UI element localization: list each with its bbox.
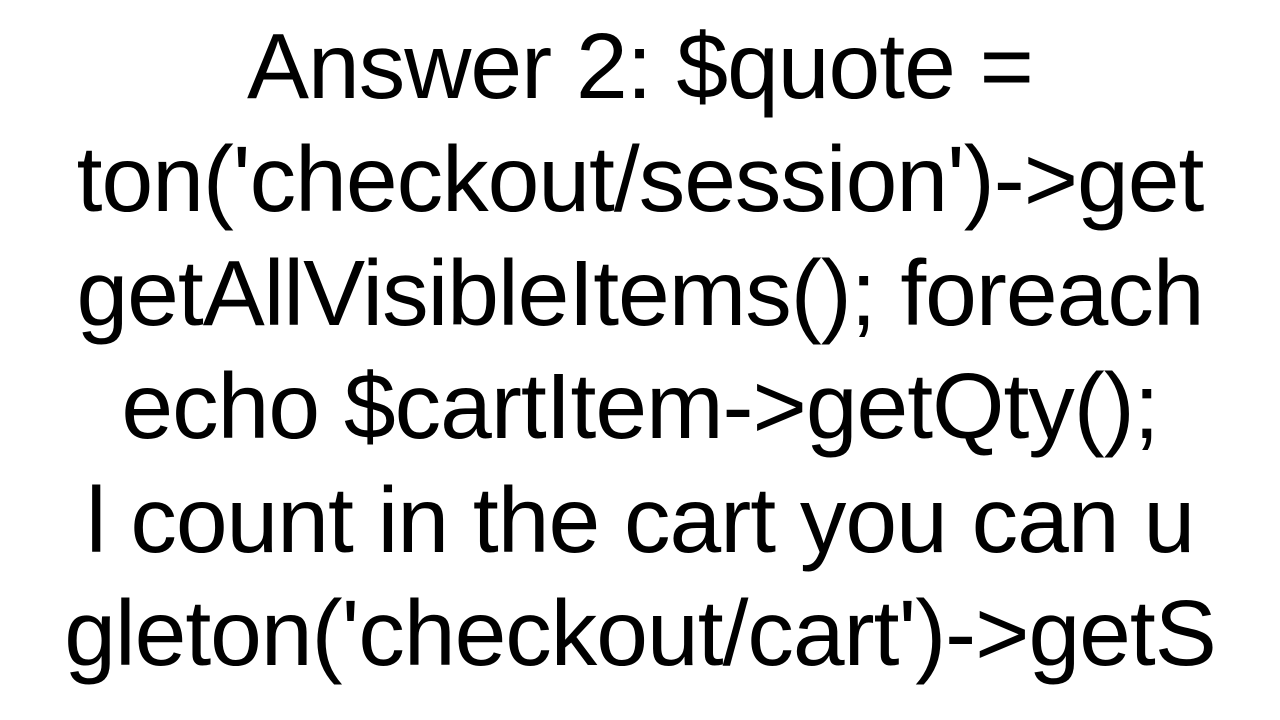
- text-line-4: echo $cartItem->getQty();: [121, 350, 1158, 463]
- text-line-6: gleton('checkout/cart')->getS: [64, 577, 1216, 690]
- cropped-code-text: Answer 2: $quote = ton('checkout/session…: [0, 0, 1280, 720]
- text-line-2: ton('checkout/session')->get: [77, 123, 1204, 236]
- text-line-3: getAllVisibleItems(); foreach: [76, 237, 1203, 350]
- text-line-5: l count in the cart you can u: [86, 464, 1194, 577]
- text-line-1: Answer 2: $quote =: [247, 10, 1033, 123]
